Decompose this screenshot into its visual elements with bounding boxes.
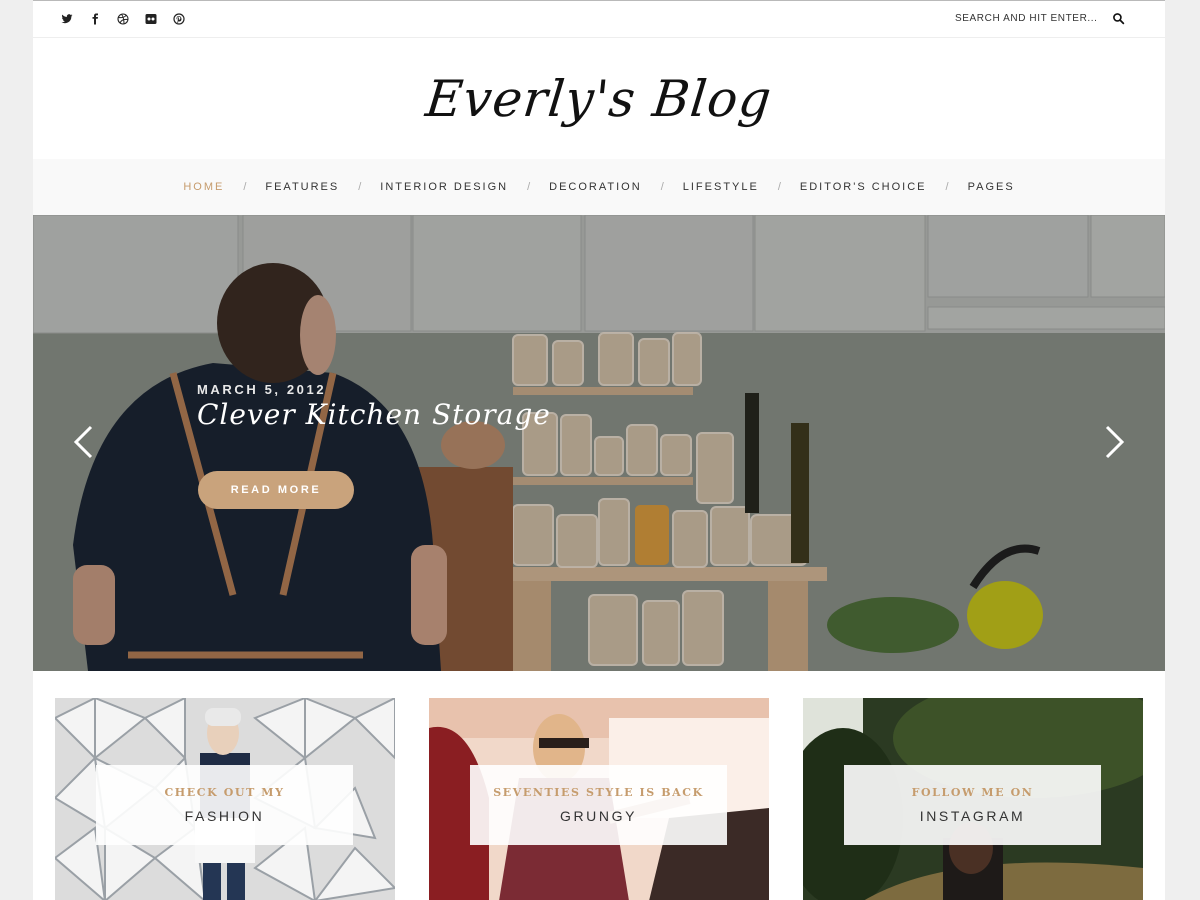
- search-icon[interactable]: [1111, 11, 1125, 25]
- nav-separator: /: [660, 181, 664, 193]
- search-input[interactable]: [955, 12, 1105, 24]
- promo-title: GRUNGY: [559, 808, 638, 824]
- promo-title: INSTAGRAM: [919, 808, 1026, 824]
- nav-item-interior-design[interactable]: INTERIOR DESIGN: [380, 181, 508, 193]
- nav-item-editors-choice[interactable]: EDITOR'S CHOICE: [800, 181, 927, 193]
- read-more-button[interactable]: READ MORE: [198, 471, 354, 509]
- dribbble-icon[interactable]: [116, 12, 130, 26]
- main-nav: HOME / FEATURES / INTERIOR DESIGN / DECO…: [33, 159, 1165, 215]
- nav-separator: /: [777, 181, 781, 193]
- facebook-icon[interactable]: [88, 12, 102, 26]
- promo-box-instagram[interactable]: FOLLOW ME ON INSTAGRAM: [803, 698, 1143, 900]
- promo-subtitle: FOLLOW ME ON: [911, 786, 1034, 799]
- pinterest-icon[interactable]: [172, 12, 186, 26]
- nav-item-decoration[interactable]: DECORATION: [549, 181, 642, 193]
- promo-box-grungy[interactable]: SEVENTIES STYLE IS BACK GRUNGY: [429, 698, 769, 900]
- post-title[interactable]: Clever Kitchen Storage: [197, 398, 551, 431]
- promo-card: FOLLOW ME ON INSTAGRAM: [844, 765, 1101, 845]
- nav-separator: /: [945, 181, 949, 193]
- hero-overlay: [33, 215, 1165, 671]
- hero-slider: MARCH 5, 2012 Clever Kitchen Storage REA…: [33, 215, 1165, 671]
- nav-item-home[interactable]: HOME: [183, 181, 224, 193]
- top-bar: [33, 1, 1165, 38]
- promo-box-fashion[interactable]: CHECK OUT MY FASHION: [55, 698, 395, 900]
- nav-item-lifestyle[interactable]: LIFESTYLE: [683, 181, 759, 193]
- page: Everly's Blog HOME / FEATURES / INTERIOR…: [33, 0, 1165, 900]
- chevron-left-icon[interactable]: [71, 425, 95, 459]
- promo-subtitle: CHECK OUT MY: [164, 786, 285, 799]
- promo-boxes: CHECK OUT MY FASHION SEVENTIES STYLE IS …: [33, 698, 1165, 900]
- chevron-right-icon[interactable]: [1103, 425, 1127, 459]
- twitter-icon[interactable]: [60, 12, 74, 26]
- site-logo[interactable]: Everly's Blog: [423, 70, 775, 128]
- flickr-icon[interactable]: [144, 12, 158, 26]
- search-bar: [955, 11, 1125, 25]
- nav-item-pages[interactable]: PAGES: [968, 181, 1015, 193]
- nav-separator: /: [358, 181, 362, 193]
- post-date: MARCH 5, 2012: [197, 382, 327, 397]
- promo-card: CHECK OUT MY FASHION: [96, 765, 353, 845]
- nav-item-features[interactable]: FEATURES: [265, 181, 339, 193]
- promo-subtitle: SEVENTIES STYLE IS BACK: [493, 786, 704, 799]
- promo-title: FASHION: [184, 808, 265, 824]
- nav-separator: /: [243, 181, 247, 193]
- social-links: [60, 12, 186, 26]
- logo-area: Everly's Blog: [33, 39, 1165, 159]
- nav-separator: /: [527, 181, 531, 193]
- promo-card: SEVENTIES STYLE IS BACK GRUNGY: [470, 765, 727, 845]
